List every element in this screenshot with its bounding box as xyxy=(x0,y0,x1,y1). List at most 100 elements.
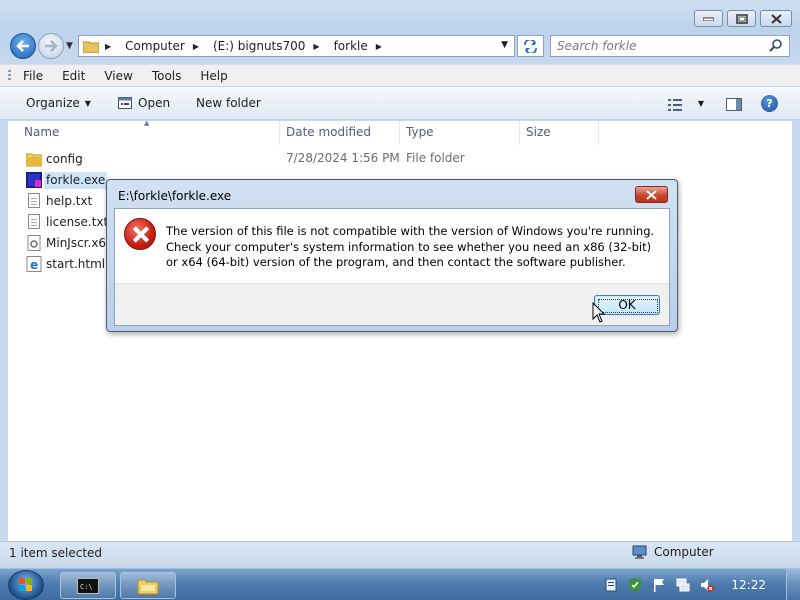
search-box[interactable] xyxy=(550,35,790,57)
system-tray xyxy=(594,569,800,600)
column-size[interactable]: Size xyxy=(520,121,599,145)
minimize-button[interactable] xyxy=(694,10,723,27)
ok-label: OK xyxy=(618,298,636,312)
file-date: 7/28/2024 1:56 PM xyxy=(286,151,400,165)
taskbar: C:\ 12:22 xyxy=(0,568,800,600)
security-shield-icon[interactable] xyxy=(628,578,642,592)
menu-view[interactable]: View xyxy=(101,69,135,83)
mouse-cursor-icon xyxy=(592,302,606,323)
column-type-label: Type xyxy=(406,125,434,139)
caption-buttons xyxy=(694,10,792,27)
breadcrumb-computer[interactable]: Computer ▶ xyxy=(125,39,207,53)
dialog-close-button[interactable] xyxy=(635,186,668,203)
command-prompt-icon: C:\ xyxy=(77,577,99,594)
menu-tools[interactable]: Tools xyxy=(149,69,185,83)
windows-logo-icon xyxy=(19,578,32,591)
minimize-icon xyxy=(703,17,714,21)
command-bar: Organize ▼ Open New folder ▼ ? xyxy=(0,87,800,120)
back-button[interactable] xyxy=(10,33,36,59)
breadcrumb-label: Computer xyxy=(125,39,185,53)
column-type[interactable]: Type xyxy=(400,121,520,145)
menu-grip xyxy=(8,70,11,82)
location-label: Computer xyxy=(654,545,714,559)
change-view-icon[interactable] xyxy=(668,99,682,111)
refresh-icon xyxy=(524,39,537,53)
menu-bar: File Edit View Tools Help xyxy=(0,64,800,86)
status-location: Computer xyxy=(632,545,714,559)
refresh-button[interactable] xyxy=(517,35,544,57)
explorer-folder-icon xyxy=(137,579,159,594)
new-folder-button[interactable]: New folder xyxy=(196,96,261,110)
search-icon[interactable] xyxy=(769,38,783,52)
error-icon xyxy=(124,218,156,250)
start-button[interactable] xyxy=(8,570,44,600)
address-dropdown-icon[interactable]: ▼ xyxy=(501,40,508,50)
dialog-title: E:\forkle\forkle.exe xyxy=(118,189,232,203)
open-window-icon xyxy=(118,97,132,109)
exe-icon xyxy=(26,172,42,188)
show-desktop-button[interactable] xyxy=(786,569,800,600)
new-folder-label: New folder xyxy=(196,96,261,110)
column-size-label: Size xyxy=(526,125,551,139)
menu-file[interactable]: File xyxy=(20,69,46,83)
volume-muted-icon[interactable] xyxy=(700,578,714,592)
organize-label: Organize xyxy=(26,96,80,110)
back-arrow-icon xyxy=(16,40,29,52)
svg-text:C:\: C:\ xyxy=(80,583,93,591)
column-date-modified[interactable]: Date modified xyxy=(280,121,400,145)
breadcrumb-label: forkle xyxy=(333,39,368,53)
status-bar: 1 item selected Computer xyxy=(0,541,800,568)
taskbar-cmd-button[interactable]: C:\ xyxy=(60,572,116,599)
dll-file-icon xyxy=(27,235,41,251)
forward-button[interactable] xyxy=(38,33,64,59)
menu-edit[interactable]: Edit xyxy=(59,69,88,83)
file-name: start.html xyxy=(46,257,106,271)
breadcrumb-root-arrow[interactable]: ▶ xyxy=(105,42,119,51)
close-icon xyxy=(770,13,782,24)
forward-arrow-icon xyxy=(45,40,58,52)
text-file-icon xyxy=(28,214,40,229)
action-center-flag-icon[interactable] xyxy=(652,578,666,592)
column-name-label: Name xyxy=(24,125,60,139)
dialog-body: The version of this file is not compatib… xyxy=(114,208,670,326)
maximize-icon xyxy=(735,13,748,24)
file-name: help.txt xyxy=(46,194,93,208)
file-name: license.txt xyxy=(46,215,109,229)
column-date-label: Date modified xyxy=(286,125,372,139)
file-name: config xyxy=(46,152,83,166)
folder-icon xyxy=(83,41,99,53)
folder-icon xyxy=(26,153,42,167)
close-icon xyxy=(646,189,657,200)
dialog-message: The version of this file is not compatib… xyxy=(166,224,655,269)
breadcrumb-label: (E:) bignuts700 xyxy=(212,39,306,53)
file-name: forkle.exe xyxy=(44,172,108,189)
preview-pane-icon[interactable] xyxy=(726,98,742,111)
organize-button[interactable]: Organize ▼ xyxy=(26,96,91,110)
dialog-footer: OK xyxy=(115,283,669,325)
text-file-icon xyxy=(28,193,40,208)
help-icon[interactable]: ? xyxy=(761,95,778,112)
file-type: File folder xyxy=(406,151,465,165)
svg-text:e: e xyxy=(30,258,38,272)
ie-html-icon: e xyxy=(26,256,42,272)
open-label: Open xyxy=(138,96,171,110)
menu-help[interactable]: Help xyxy=(197,69,230,83)
network-icon[interactable] xyxy=(676,578,690,592)
maximize-button[interactable] xyxy=(727,10,756,27)
views-dropdown-icon[interactable]: ▼ xyxy=(698,99,704,108)
column-name[interactable]: ▲ Name xyxy=(8,119,280,145)
file-row-config[interactable]: config 7/28/2024 1:56 PM File folder xyxy=(8,149,598,170)
column-headers: ▲ Name Date modified Type Size xyxy=(8,119,792,145)
breadcrumb-forkle[interactable]: forkle ▶ xyxy=(334,39,390,53)
close-window-button[interactable] xyxy=(760,10,792,27)
recent-pages-dropdown[interactable]: ▼ xyxy=(66,41,73,51)
sort-ascending-icon: ▲ xyxy=(144,119,150,127)
notes-icon[interactable] xyxy=(604,578,618,592)
open-button[interactable]: Open xyxy=(118,96,170,110)
taskbar-explorer-button[interactable] xyxy=(120,572,176,599)
clock[interactable]: 12:22 xyxy=(731,578,766,592)
address-bar[interactable]: ▶ Computer ▶ (E:) bignuts700 ▶ forkle ▶ ▼ xyxy=(78,35,515,57)
breadcrumb-drive[interactable]: (E:) bignuts700 ▶ xyxy=(213,39,328,53)
selection-status: 1 item selected xyxy=(9,546,103,560)
search-input[interactable] xyxy=(557,39,757,53)
